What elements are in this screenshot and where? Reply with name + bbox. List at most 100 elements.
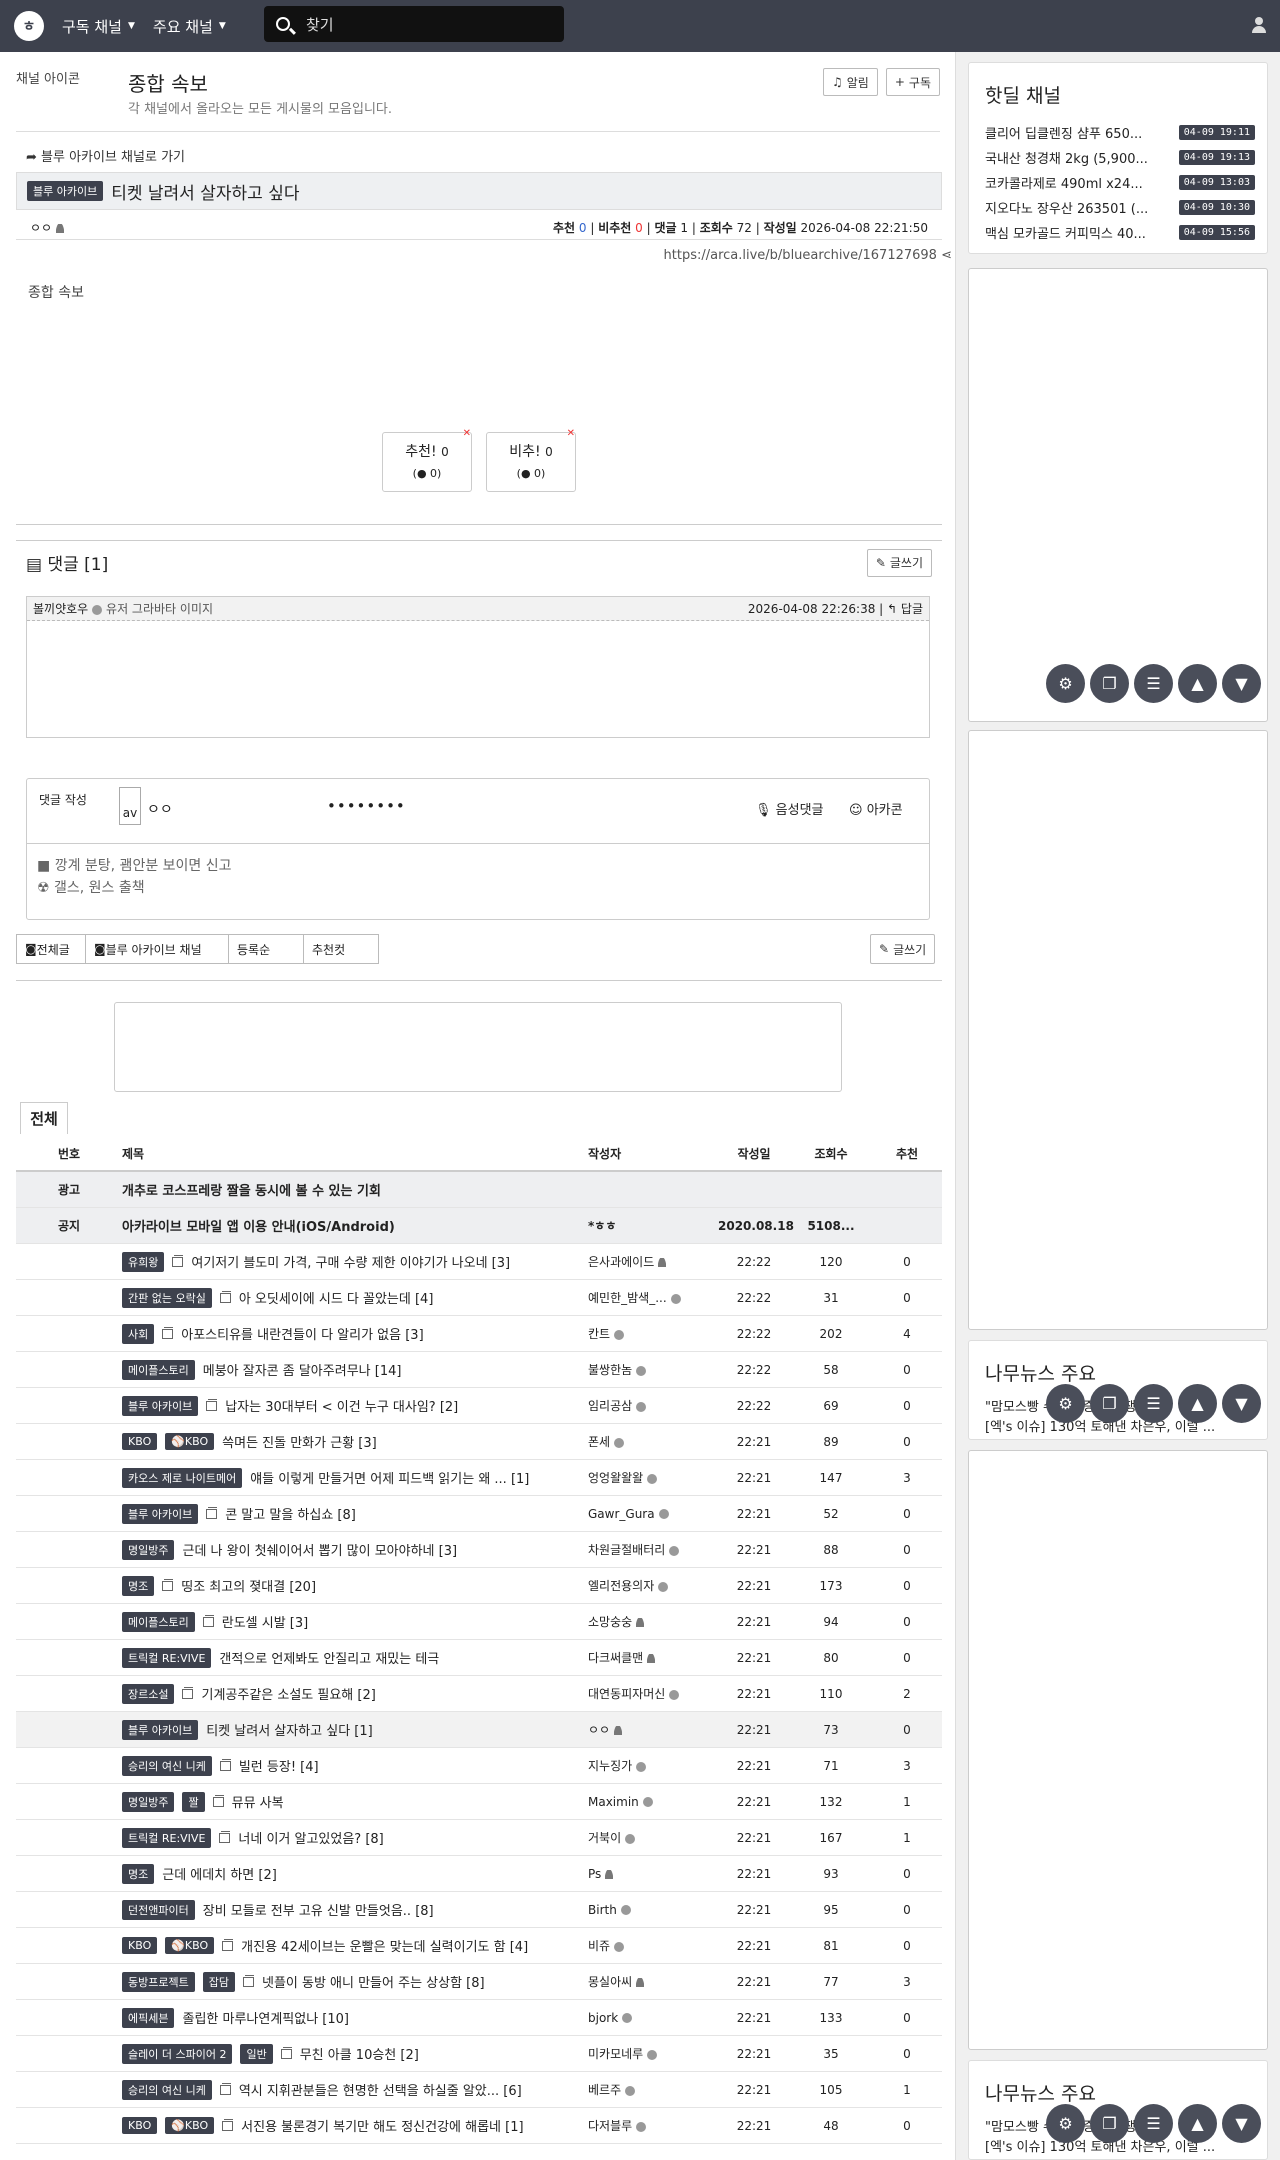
table-row[interactable]: 장르소설 기계공주같은 소설도 필요해 [2] 대연동피자머신 22:21 110 2	[16, 1676, 942, 1712]
post-author[interactable]: 칸트	[588, 1325, 718, 1342]
category-badge[interactable]: 명일방주	[122, 1539, 175, 1560]
hotdeal-title[interactable]: 핫딜 채널	[969, 63, 1267, 108]
post-title[interactable]: 메붕아 잘자콘 좀 달아주려무나 [14]	[203, 1360, 402, 1379]
post-author[interactable]: 몽실아씨	[588, 1973, 718, 1990]
post-title[interactable]: 콘 말고 말을 하십쇼 [8]	[225, 1504, 356, 1523]
post-author[interactable]: bjork	[588, 2011, 718, 2025]
post-author[interactable]: 차원글절배터리	[588, 1541, 718, 1558]
table-row[interactable]: 메이플스토리 란도셀 시발 [3] 소망숭숭 22:21 94 0	[16, 1604, 942, 1640]
post-title[interactable]: 란도셀 시발 [3]	[222, 1612, 308, 1631]
post-author[interactable]: 거북이	[588, 1829, 718, 1846]
table-row[interactable]: 블루 아카이브 납자는 30대부터 < 이건 누구 대사임? [2] 임리공삼 22:…	[16, 1388, 942, 1424]
scroll-up-icon[interactable]: ▲	[1178, 1384, 1217, 1423]
category-badge[interactable]: 던전앤파이터	[122, 1899, 195, 1920]
table-row[interactable]: KBO ⚾KBO 서진용 불론경기 복기만 해도 정신건강에 해롭네 [1] 다저블루…	[16, 2108, 942, 2144]
hotdeal-item[interactable]: 국내산 청경채 2kg (5,900... 04-09 19:13	[969, 145, 1267, 170]
category-badge[interactable]: 에픽세븐	[122, 2007, 175, 2028]
article-author[interactable]: ㅇㅇ	[30, 219, 65, 236]
table-row[interactable]: KBO ⚾KBO 개진용 42세이브는 운빨은 맞는데 실력이기도 함 [4] 비쥬 2…	[16, 1928, 942, 1964]
category-badge[interactable]: 블루 아카이브	[122, 1503, 199, 1524]
table-row[interactable]: 트릭컬 RE:VIVE 갠적으로 언제봐도 안질리고 재밌는 테극 다크써클맨 22:…	[16, 1640, 942, 1676]
post-author[interactable]: 소망숭숭	[588, 1613, 718, 1630]
table-row[interactable]: 트릭컬 RE:VIVE 너네 이거 알고있었음? [8] 거북이 22:21 167 1	[16, 1820, 942, 1856]
category-badge[interactable]: 동방프로젝트	[122, 1971, 195, 1992]
category-badge[interactable]: 유희왕	[122, 1251, 165, 1272]
post-author[interactable]: ㅇㅇ	[588, 1721, 718, 1738]
post-title[interactable]: 근데 에데치 하면 [2]	[162, 1864, 277, 1883]
category-badge[interactable]: 승리의 여신 니케	[122, 1755, 212, 1776]
category-badge[interactable]: 일반	[240, 2043, 273, 2064]
category-badge[interactable]: 사회	[122, 1323, 155, 1344]
back-to-channel-link[interactable]: ➦ 블루 아카이브 채널로 가기	[26, 146, 185, 165]
table-row[interactable]: 명조 근데 에데치 하면 [2] Ps 22:21 93 0	[16, 1856, 942, 1892]
post-author[interactable]: 은사과에이드	[588, 1253, 718, 1270]
category-badge[interactable]: ⚾KBO	[165, 1433, 215, 1450]
post-title[interactable]: 빌런 등장! [4]	[239, 1756, 319, 1775]
news-title[interactable]: 나무뉴스 주요	[969, 1341, 1267, 1386]
search-input[interactable]: 찾기	[264, 6, 564, 42]
scroll-up-icon[interactable]: ▲	[1178, 664, 1217, 703]
scroll-down-icon[interactable]: ▼	[1222, 2104, 1261, 2143]
post-author[interactable]: Maximin	[588, 1795, 718, 1809]
category-badge[interactable]: 잡담	[202, 1971, 235, 1992]
post-author[interactable]: 대연동피자머신	[588, 1685, 718, 1702]
scroll-down-icon[interactable]: ▼	[1222, 1384, 1261, 1423]
post-title[interactable]: 뮤뮤 사복	[232, 1792, 284, 1811]
post-title[interactable]: 티켓 날려서 살자하고 싶다 [1]	[206, 1720, 373, 1739]
post-title[interactable]: 쓱며든 진돌 만화가 근황 [3]	[222, 1432, 377, 1451]
post-author[interactable]: 다크써클맨	[588, 1649, 718, 1666]
post-author[interactable]: Birth	[588, 1903, 718, 1917]
nickname-field[interactable]: ㅇㅇ	[147, 799, 173, 819]
category-badge[interactable]: ⚾KBO	[165, 1937, 215, 1954]
settings-icon[interactable]: ⚙	[1046, 2104, 1085, 2143]
post-author[interactable]: 지누징가	[588, 1757, 718, 1774]
category-badge[interactable]: 메이플스토리	[122, 1359, 195, 1380]
post-title[interactable]: 개진용 42세이브는 운빨은 맞는데 실력이기도 함 [4]	[241, 1936, 528, 1955]
post-author[interactable]: 불쌍한놈	[588, 1361, 718, 1378]
post-author[interactable]: 임리공삼	[588, 1397, 718, 1414]
category-badge[interactable]: 메이플스토리	[122, 1611, 195, 1632]
hotdeal-item[interactable]: 맥심 모카골드 커피믹스 40... 04-09 15:56	[969, 220, 1267, 245]
hotdeal-item[interactable]: 코카콜라제로 490ml x24... 04-09 13:03	[969, 170, 1267, 195]
category-badge[interactable]: 장르소설	[122, 1683, 175, 1704]
category-badge[interactable]: 짤	[182, 1791, 205, 1812]
category-badge[interactable]: KBO	[122, 1937, 158, 1954]
table-row[interactable]: 명일방주 근데 나 왕이 첫쉐이어서 뽑기 많이 모아야하네 [3] 차원글절배터리…	[16, 1532, 942, 1568]
category-badge[interactable]: KBO	[122, 1433, 158, 1450]
post-author[interactable]: Ps	[588, 1867, 718, 1881]
post-author[interactable]: 폰세	[588, 1433, 718, 1450]
post-title[interactable]: 장비 모들로 전부 고유 신발 만들엇음.. [8]	[203, 1900, 434, 1919]
table-row[interactable]: 간판 없는 오락실 아 오딧세이에 시드 다 꼴았는데 [4] 예민한_밤색_...…	[16, 1280, 942, 1316]
post-title[interactable]: 띵조 최고의 졎대결 [20]	[181, 1576, 316, 1595]
post-title[interactable]: 넷플이 동방 애니 만들어 주는 상상함 [8]	[262, 1972, 485, 1991]
table-row[interactable]: 던전앤파이터 장비 모들로 전부 고유 신발 만들엇음.. [8] Birth 22:…	[16, 1892, 942, 1928]
post-author[interactable]: 비쥬	[588, 1937, 718, 1954]
tab-all[interactable]: 전체	[20, 1102, 68, 1134]
post-title[interactable]: 기계공주같은 소설도 필요해 [2]	[201, 1684, 375, 1703]
table-row[interactable]: 유희왕 여기저기 블도미 가격, 구매 수량 제한 이야기가 나오네 [3] 은사과…	[16, 1244, 942, 1280]
post-title[interactable]: 갠적으로 언제봐도 안질리고 재밌는 테극	[219, 1648, 439, 1667]
hotdeal-item[interactable]: 지오다노 장우산 263501 (... 04-09 10:30	[969, 195, 1267, 220]
table-row[interactable]: 카오스 제로 나이트메어 얘들 이렇게 만들거면 어제 피드백 읽기는 왜 ...…	[16, 1460, 942, 1496]
user-icon[interactable]	[1252, 17, 1266, 33]
post-title[interactable]: 너네 이거 알고있었음? [8]	[238, 1828, 383, 1847]
comments-icon[interactable]: ❐	[1090, 664, 1129, 703]
category-badge[interactable]: 블루 아카이브	[122, 1719, 199, 1740]
post-author[interactable]: Gawr_Gura	[588, 1507, 718, 1521]
post-author[interactable]: 베르주	[588, 2081, 718, 2098]
notice-row[interactable]: 공지 아카라이브 모바일 앱 이용 안내(iOS/Android) *ㅎㅎ 2020.…	[16, 1208, 942, 1244]
settings-icon[interactable]: ⚙	[1046, 1384, 1085, 1423]
comment-textarea[interactable]: ■ 깡계 분탕, 괨안분 보이면 신고 ☢ 갤스, 원스 출책	[37, 855, 232, 899]
post-title[interactable]: 서진용 불론경기 복기만 해도 정신건강에 해롭네 [1]	[241, 2116, 523, 2135]
table-row[interactable]: 블루 아카이브 티켓 날려서 살자하고 싶다 [1] ㅇㅇ 22:21 73 0	[16, 1712, 942, 1748]
table-row[interactable]: 승리의 여신 니케 빌런 등장! [4] 지누징가 22:21 71 3	[16, 1748, 942, 1784]
post-title[interactable]: 졸립한 마루나연계픽없나 [10]	[182, 2008, 349, 2027]
ad-banner[interactable]	[114, 1002, 842, 1092]
filter-all-posts[interactable]: ◙ 전체글	[16, 934, 86, 964]
list-write-button[interactable]: ✎ 글쓰기	[870, 934, 936, 964]
site-logo-icon[interactable]: ㅎ	[14, 11, 44, 41]
subscribe-button[interactable]: + 구독	[885, 68, 940, 96]
post-title[interactable]: 역시 지휘관분들은 현명한 선택을 하실줄 알았... [6]	[239, 2080, 522, 2099]
post-title[interactable]: 여기저기 블도미 가격, 구매 수량 제한 이야기가 나오네 [3]	[191, 1252, 510, 1271]
post-author[interactable]: 다저블루	[588, 2117, 718, 2134]
